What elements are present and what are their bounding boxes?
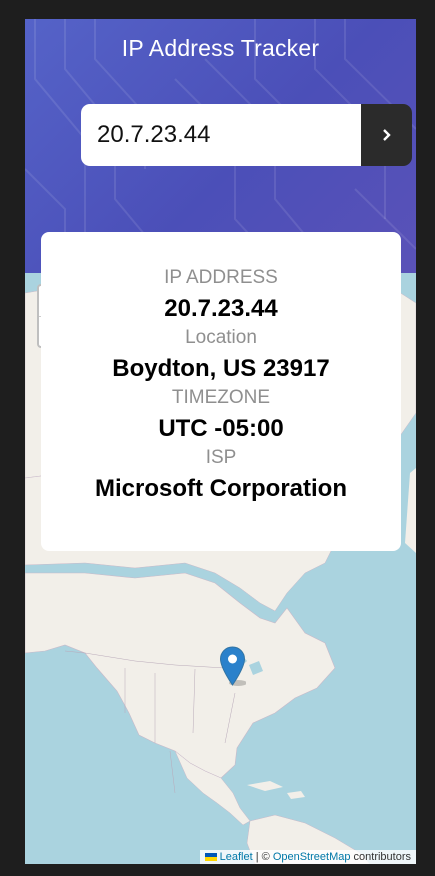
isp-value: Microsoft Corporation: [95, 475, 347, 502]
isp-label: ISP: [205, 447, 237, 468]
osm-link[interactable]: OpenStreetMap: [273, 851, 351, 863]
search-bar: [81, 104, 412, 166]
ip-address-value: 20.7.23.44: [164, 295, 278, 322]
attribution-separator: | ©: [252, 851, 273, 863]
timezone-value: UTC -05:00: [158, 415, 284, 442]
ip-address-label: IP ADDRESS: [164, 267, 278, 288]
ukraine-flag-icon: [204, 853, 217, 862]
ip-search-input[interactable]: [81, 104, 361, 166]
timezone-label: TIMEZONE: [171, 387, 271, 408]
location-label: Location: [185, 327, 257, 348]
map-attribution: Leaflet | © OpenStreetMap contributors: [199, 850, 416, 864]
chevron-right-icon: [382, 129, 391, 141]
leaflet-link[interactable]: Leaflet: [220, 851, 253, 863]
page-title: IP Address Tracker: [121, 35, 320, 61]
ip-info-card: IP ADDRESS 20.7.23.44 Location Boydton, …: [41, 232, 401, 551]
app-frame: IP Address Tracker 20.7.23.44 Leaflet | …: [25, 19, 416, 864]
attribution-contributors: contributors: [350, 851, 411, 863]
map-pin-icon[interactable]: [219, 646, 246, 686]
search-submit-button[interactable]: [361, 104, 412, 166]
location-value: Boydton, US 23917: [112, 355, 330, 382]
